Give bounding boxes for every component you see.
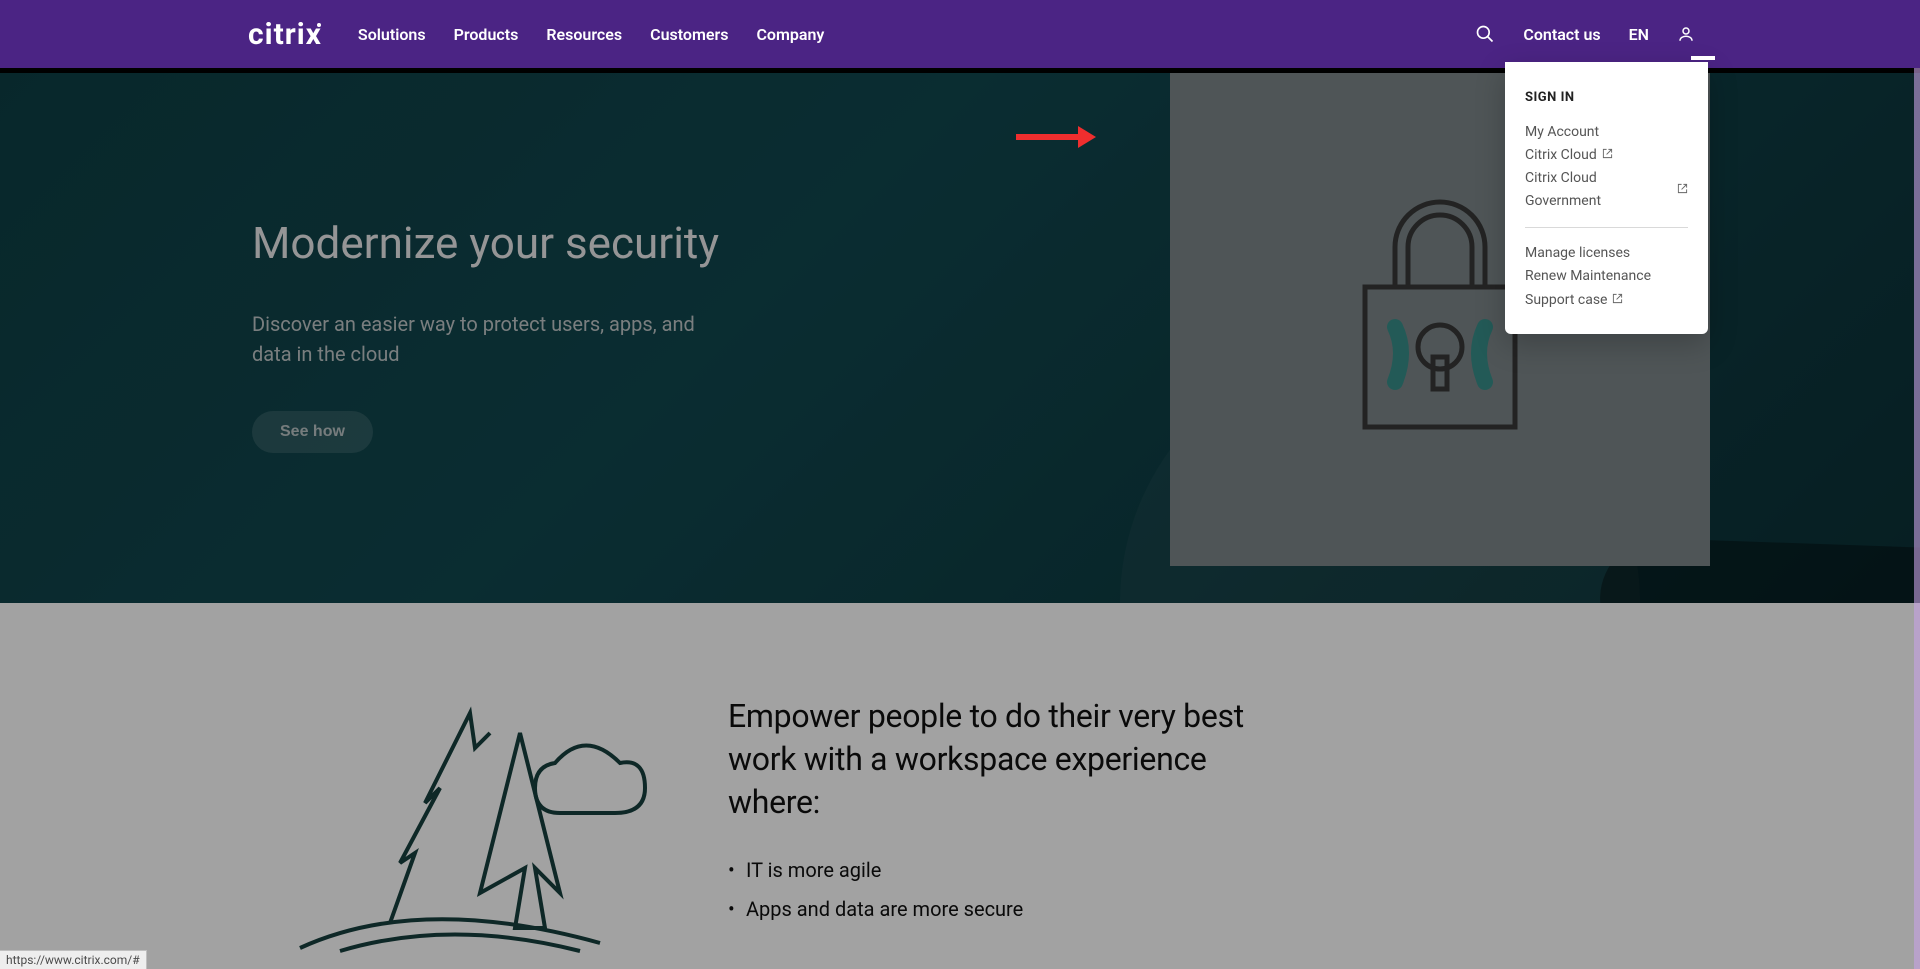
nav-customers[interactable]: Customers — [650, 25, 728, 44]
nav-solutions[interactable]: Solutions — [358, 25, 426, 44]
sign-in-dropdown: SIGN IN My Account Citrix Cloud Citrix C… — [1505, 62, 1708, 334]
dropdown-item-citrix-cloud-gov[interactable]: Citrix Cloud Government — [1525, 167, 1688, 213]
contact-us-link[interactable]: Contact us — [1523, 25, 1600, 44]
dropdown-divider — [1525, 227, 1688, 228]
dropdown-item-label: My Account — [1525, 121, 1599, 144]
user-icon — [1677, 25, 1695, 43]
dropdown-item-label: Renew Maintenance — [1525, 265, 1651, 288]
external-link-icon — [1602, 144, 1613, 167]
main-nav: Solutions Products Resources Customers C… — [358, 25, 824, 44]
logo-text: citrix — [248, 17, 322, 52]
external-link-icon — [1612, 289, 1623, 312]
status-bar-url: https://www.citrix.com/# — [0, 950, 147, 969]
dropdown-item-my-account[interactable]: My Account — [1525, 121, 1688, 144]
dropdown-item-manage-licenses[interactable]: Manage licenses — [1525, 242, 1688, 265]
scrollbar[interactable] — [1914, 68, 1920, 969]
language-selector[interactable]: EN — [1629, 25, 1649, 44]
logo[interactable]: citrix — [248, 17, 322, 52]
nav-products[interactable]: Products — [454, 25, 519, 44]
logo-dot-icon — [317, 23, 321, 27]
dropdown-item-citrix-cloud[interactable]: Citrix Cloud — [1525, 144, 1688, 167]
dropdown-item-label: Citrix Cloud — [1525, 144, 1597, 167]
dropdown-secondary-list: Manage licenses Renew Maintenance Suppor… — [1525, 242, 1688, 311]
nav-company[interactable]: Company — [756, 25, 824, 44]
dropdown-item-label: Support case — [1525, 289, 1607, 312]
nav-resources[interactable]: Resources — [546, 25, 622, 44]
dropdown-primary-list: My Account Citrix Cloud Citrix Cloud Gov… — [1525, 121, 1688, 213]
dropdown-tab-indicator — [1691, 56, 1715, 60]
search-icon[interactable] — [1475, 24, 1495, 44]
header-bar: citrix Solutions Products Resources Cust… — [0, 0, 1920, 68]
dropdown-item-renew-maintenance[interactable]: Renew Maintenance — [1525, 265, 1688, 288]
dropdown-item-label: Citrix Cloud Government — [1525, 167, 1672, 213]
dropdown-item-support-case[interactable]: Support case — [1525, 289, 1688, 312]
dropdown-item-label: Manage licenses — [1525, 242, 1630, 265]
annotation-arrow-icon — [1016, 126, 1096, 148]
external-link-icon — [1677, 179, 1688, 202]
dropdown-title: SIGN IN — [1525, 90, 1688, 105]
